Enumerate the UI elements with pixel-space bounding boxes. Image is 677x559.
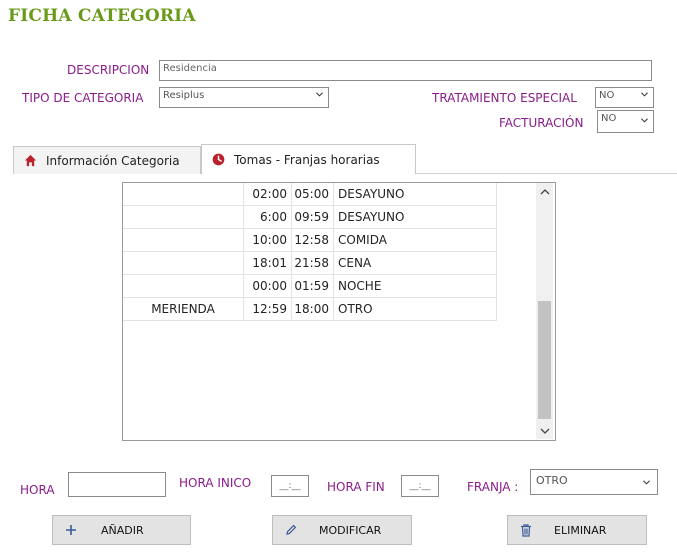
row-name xyxy=(123,229,244,252)
tipo-categoria-label: TIPO DE CATEGORIA xyxy=(22,91,144,105)
table-row[interactable]: 6:00 09:59 DESAYUNO xyxy=(123,206,497,229)
facturacion-select[interactable]: NO xyxy=(597,110,654,133)
page-title: FICHA CATEGORIA xyxy=(8,6,196,26)
pencil-icon xyxy=(286,524,297,535)
row-franja: COMIDA xyxy=(334,229,497,252)
clock-icon xyxy=(212,153,225,166)
chevron-down-icon xyxy=(641,92,648,97)
row-name xyxy=(123,206,244,229)
row-end: 21:58 xyxy=(292,252,334,275)
descripcion-field[interactable]: Residencia xyxy=(159,60,652,81)
row-start: 18:01 xyxy=(244,252,292,275)
row-start: 00:00 xyxy=(244,275,292,298)
hora-inicio-field[interactable]: __:__ xyxy=(271,475,309,497)
row-end: 12:58 xyxy=(292,229,334,252)
row-end: 09:59 xyxy=(292,206,334,229)
franja-select[interactable]: OTRO xyxy=(530,469,658,495)
row-end: 05:00 xyxy=(292,183,334,206)
franja-value: OTRO xyxy=(536,474,568,487)
row-name xyxy=(123,183,244,206)
row-end: 18:00 xyxy=(292,298,334,321)
tipo-categoria-value: Resiplus xyxy=(163,90,205,101)
row-name xyxy=(123,252,244,275)
add-button-label: AÑADIR xyxy=(101,523,144,537)
chevron-down-icon xyxy=(316,92,323,97)
row-start: 12:59 xyxy=(244,298,292,321)
chevron-down-icon xyxy=(641,118,648,123)
table-row[interactable]: 18:01 21:58 CENA xyxy=(123,252,497,275)
modify-button-label: MODIFICAR xyxy=(319,523,382,537)
add-button[interactable]: AÑADIR xyxy=(52,515,191,545)
tab-tomas-franjas[interactable]: Tomas - Franjas horarias xyxy=(201,144,416,174)
row-name xyxy=(123,275,244,298)
franja-label: FRANJA : xyxy=(467,480,519,494)
row-end: 01:59 xyxy=(292,275,334,298)
row-start: 10:00 xyxy=(244,229,292,252)
hora-fin-label: HORA FIN xyxy=(327,480,385,494)
tab-label: Información Categoria xyxy=(46,153,180,168)
table-row[interactable]: 10:00 12:58 COMIDA xyxy=(123,229,497,252)
row-franja: CENA xyxy=(334,252,497,275)
table-row[interactable]: MERIENDA 12:59 18:00 OTRO xyxy=(123,298,497,321)
home-icon xyxy=(24,154,37,167)
row-franja: DESAYUNO xyxy=(334,206,497,229)
tratamiento-label: TRATAMIENTO ESPECIAL xyxy=(432,91,577,105)
row-franja: DESAYUNO xyxy=(334,183,497,206)
delete-button[interactable]: ELIMINAR xyxy=(507,515,647,545)
facturacion-label: FACTURACIÓN xyxy=(499,116,584,130)
hora-field[interactable] xyxy=(68,472,166,497)
tratamiento-select[interactable]: NO xyxy=(595,87,654,108)
tab-label: Tomas - Franjas horarias xyxy=(234,152,380,167)
hora-fin-field[interactable]: __:__ xyxy=(401,475,439,497)
tab-informacion-categoria[interactable]: Información Categoria xyxy=(13,146,201,174)
trash-icon xyxy=(521,523,531,537)
scrollbar-thumb[interactable] xyxy=(538,301,551,419)
table-row[interactable]: 02:00 05:00 DESAYUNO xyxy=(123,183,497,206)
scroll-up-icon[interactable] xyxy=(540,188,550,196)
delete-button-label: ELIMINAR xyxy=(554,523,607,537)
row-start: 02:00 xyxy=(244,183,292,206)
tipo-categoria-select[interactable]: Resiplus xyxy=(159,87,329,108)
row-start: 6:00 xyxy=(244,206,292,229)
row-franja: OTRO xyxy=(334,298,497,321)
tratamiento-value: NO xyxy=(599,90,615,101)
hora-inicio-label: HORA INICO xyxy=(179,476,252,490)
franjas-table[interactable]: 02:00 05:00 DESAYUNO 6:00 09:59 DESAYUNO… xyxy=(122,182,556,441)
scroll-down-icon[interactable] xyxy=(540,427,550,435)
table-row[interactable]: 00:00 01:59 NOCHE xyxy=(123,275,497,298)
modify-button[interactable]: MODIFICAR xyxy=(272,515,412,545)
row-name: MERIENDA xyxy=(123,298,244,321)
facturacion-value: NO xyxy=(601,113,617,124)
plus-icon xyxy=(66,525,76,535)
hora-label: HORA xyxy=(20,483,55,497)
descripcion-label: DESCRIPCION xyxy=(67,63,150,77)
row-franja: NOCHE xyxy=(334,275,497,298)
chevron-down-icon xyxy=(643,480,650,485)
